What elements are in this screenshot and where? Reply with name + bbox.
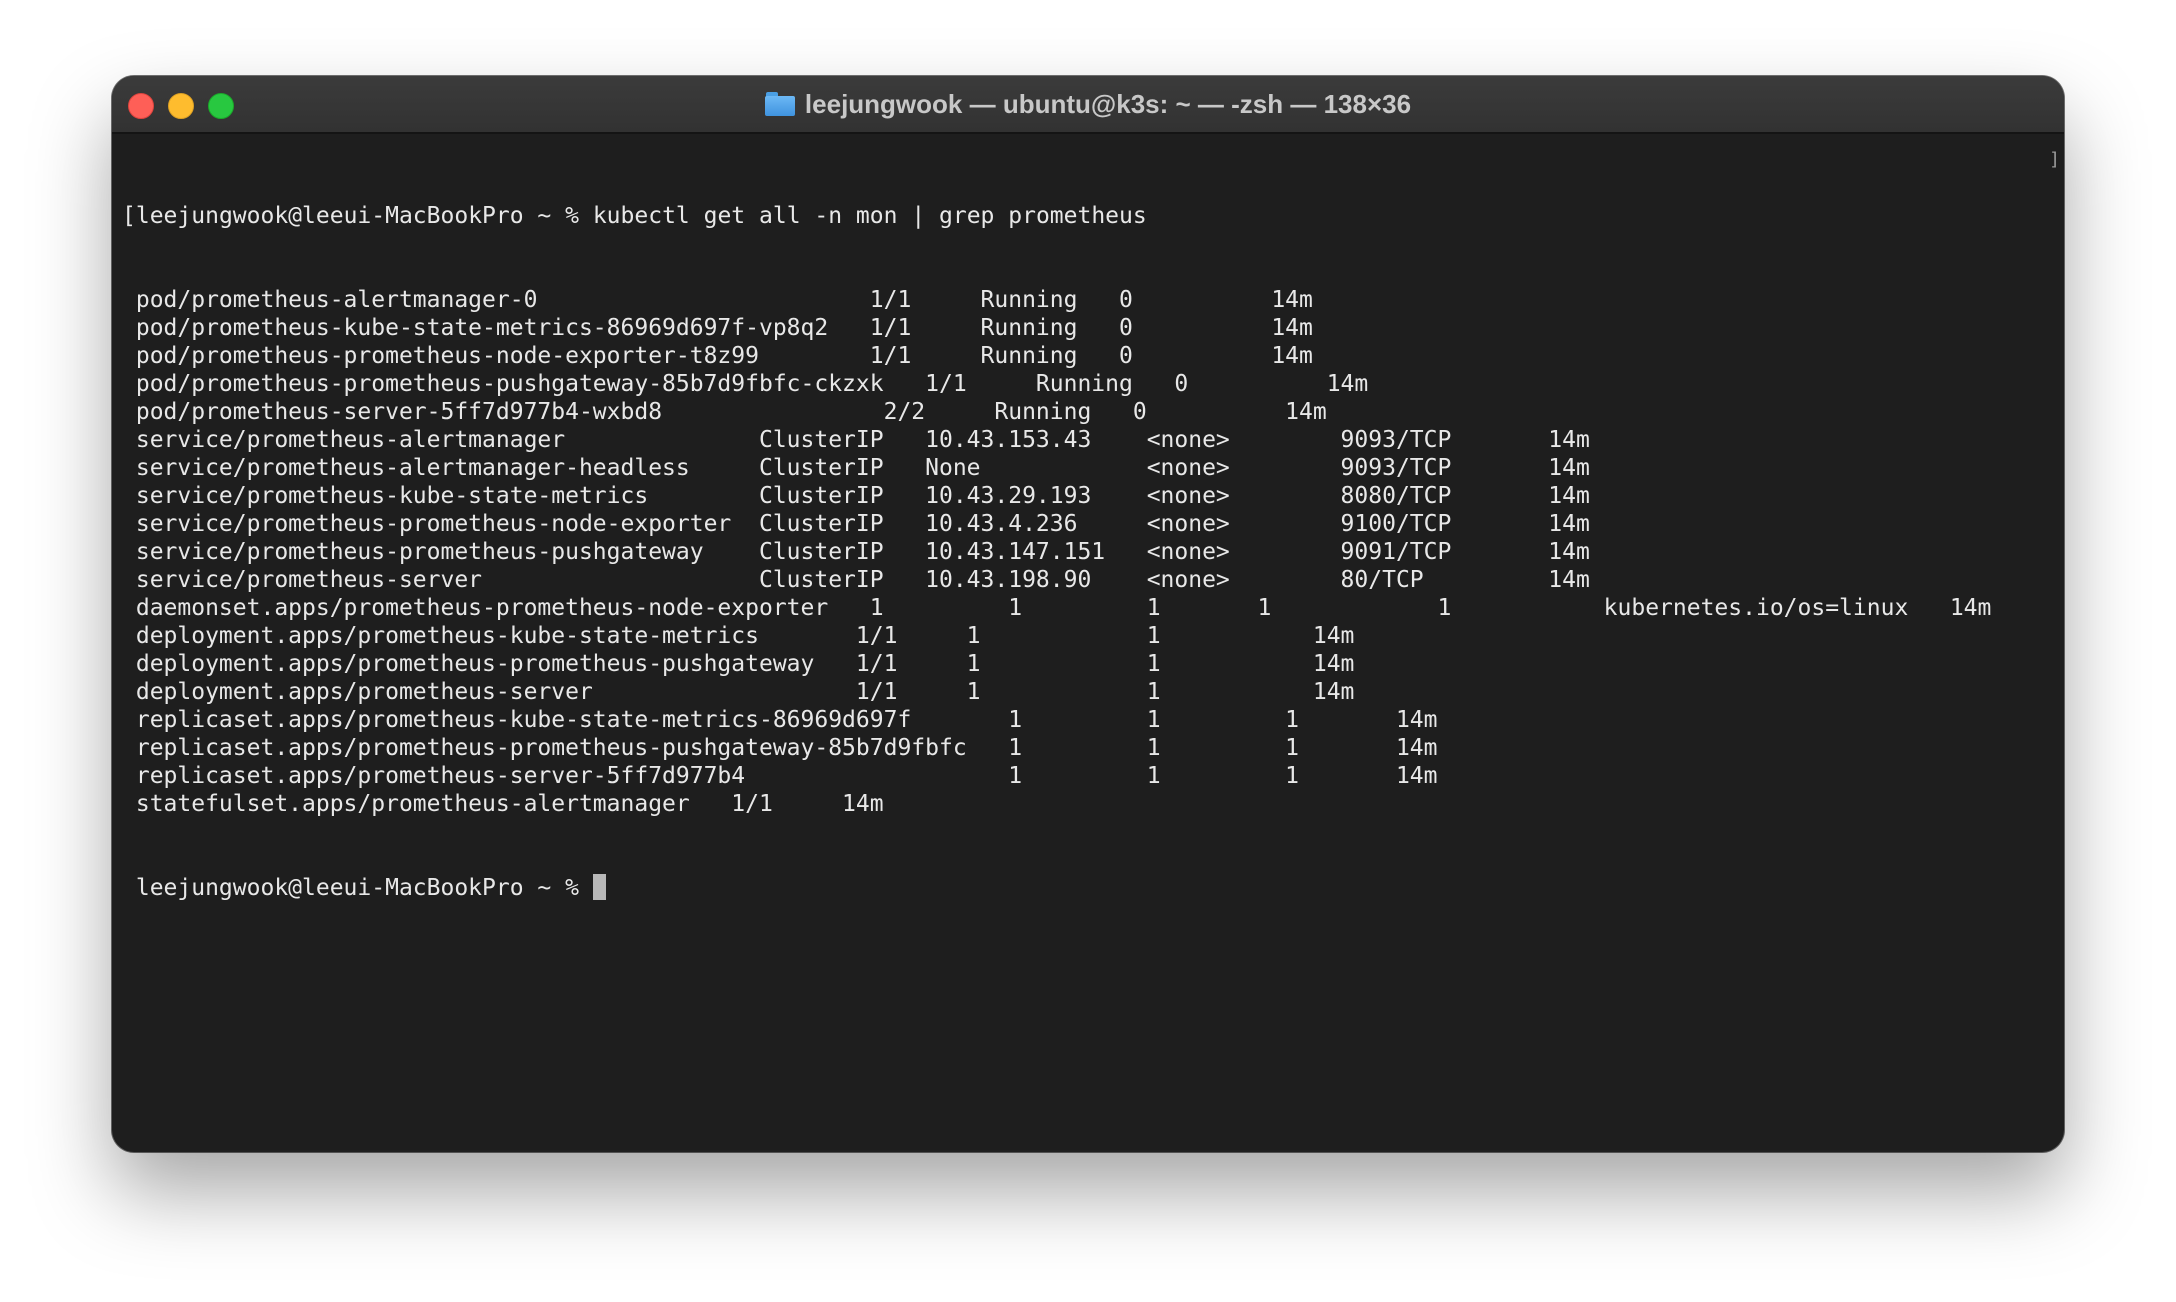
output-line: deployment.apps/prometheus-kube-state-me… xyxy=(122,623,1355,649)
final-prompt: leejungwook@leeui-MacBookPro ~ % xyxy=(122,875,593,901)
text-cursor xyxy=(592,874,606,900)
output-line: service/prometheus-alertmanager-headless… xyxy=(122,455,1590,481)
terminal-window[interactable]: leejungwook — ubuntu@k3s: ~ — -zsh — 138… xyxy=(112,76,2064,1152)
output-line: pod/prometheus-alertmanager-0 1/1 Runnin… xyxy=(122,287,1313,313)
output-line: statefulset.apps/prometheus-alertmanager… xyxy=(122,791,884,817)
output-line: pod/prometheus-kube-state-metrics-86969d… xyxy=(122,315,1313,341)
terminal-output: [leejungwook@leeui-MacBookPro ~ % kubect… xyxy=(122,146,1991,958)
right-bracket-marker: ] xyxy=(2049,149,2060,170)
output-line: service/prometheus-prometheus-node-expor… xyxy=(122,511,1590,537)
window-title-container: leejungwook — ubuntu@k3s: ~ — -zsh — 138… xyxy=(112,76,2064,132)
output-line: service/prometheus-kube-state-metrics Cl… xyxy=(122,483,1590,509)
terminal-content[interactable]: ] [leejungwook@leeui-MacBookPro ~ % kube… xyxy=(112,134,2064,1152)
output-lines: pod/prometheus-alertmanager-0 1/1 Runnin… xyxy=(122,286,1992,818)
folder-icon xyxy=(764,92,795,116)
title-bar[interactable]: leejungwook — ubuntu@k3s: ~ — -zsh — 138… xyxy=(112,76,2064,134)
output-line: replicaset.apps/prometheus-server-5ff7d9… xyxy=(122,763,1438,789)
prompt: leejungwook@leeui-MacBookPro ~ % xyxy=(135,203,593,229)
command: kubectl get all -n mon | grep prometheus xyxy=(592,203,1147,229)
output-line: service/prometheus-server ClusterIP 10.4… xyxy=(122,567,1590,593)
output-line: replicaset.apps/prometheus-kube-state-me… xyxy=(122,707,1438,733)
output-line: pod/prometheus-prometheus-node-exporter-… xyxy=(122,343,1313,369)
final-prompt-line[interactable]: leejungwook@leeui-MacBookPro ~ % xyxy=(122,874,1991,902)
window-title: leejungwook — ubuntu@k3s: ~ — -zsh — 138… xyxy=(804,88,1412,119)
output-line: deployment.apps/prometheus-server 1/1 1 … xyxy=(122,679,1355,705)
output-line: daemonset.apps/prometheus-prometheus-nod… xyxy=(122,595,1992,621)
output-line: service/prometheus-alertmanager ClusterI… xyxy=(122,427,1590,453)
command-line: [leejungwook@leeui-MacBookPro ~ % kubect… xyxy=(122,203,1147,229)
output-line: pod/prometheus-server-5ff7d977b4-wxbd8 2… xyxy=(122,399,1327,425)
output-line: deployment.apps/prometheus-prometheus-pu… xyxy=(122,651,1355,677)
output-line: pod/prometheus-prometheus-pushgateway-85… xyxy=(122,371,1369,397)
output-line: replicaset.apps/prometheus-prometheus-pu… xyxy=(122,735,1438,761)
output-line: service/prometheus-prometheus-pushgatewa… xyxy=(122,539,1590,565)
